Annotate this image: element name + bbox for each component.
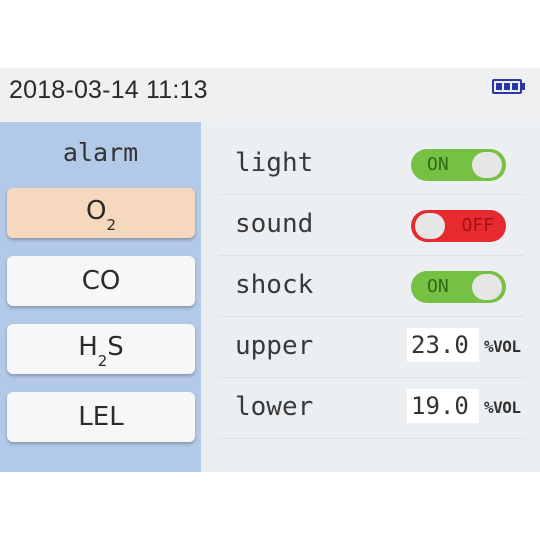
shock-toggle[interactable]: ON [411, 271, 506, 303]
sound-label: sound [235, 209, 314, 239]
sidebar-item-h2s[interactable]: H2S [7, 324, 195, 374]
toggle-knob [472, 152, 502, 178]
light-toggle[interactable]: ON [411, 149, 506, 181]
upper-unit: %VOL [484, 337, 521, 356]
sidebar: alarm O2 CO H2S LEL [0, 122, 201, 472]
sidebar-item-lel[interactable]: LEL [7, 392, 195, 442]
upper-label: upper [235, 331, 314, 361]
battery-icon [492, 79, 522, 94]
lower-value-field[interactable]: 19.0 [407, 389, 479, 423]
sidebar-item-co[interactable]: CO [7, 256, 195, 306]
shock-row: shock ON [219, 256, 524, 317]
sidebar-item-label: LEL [78, 402, 124, 432]
sidebar-item-label: H2S [78, 332, 124, 370]
sidebar-item-label: CO [81, 266, 121, 296]
upper-row: upper 23.0 %VOL [219, 317, 524, 378]
sound-toggle-state: OFF [461, 215, 494, 236]
shock-toggle-state: ON [427, 276, 449, 297]
toggle-knob [415, 213, 445, 239]
status-bar: 2018-03-14 11:13 [0, 68, 540, 122]
light-row: light ON [219, 134, 524, 195]
lower-unit: %VOL [484, 398, 521, 417]
datetime: 2018-03-14 11:13 [9, 76, 208, 104]
shock-label: shock [235, 270, 314, 300]
toggle-knob [472, 274, 502, 300]
sound-row: sound OFF [219, 195, 524, 256]
lower-row: lower 19.0 %VOL [219, 378, 524, 439]
light-label: light [235, 148, 314, 178]
sidebar-item-o2[interactable]: O2 [7, 188, 195, 238]
sound-toggle[interactable]: OFF [411, 210, 506, 242]
device-screen: 2018-03-14 11:13 alarm O2 CO H2S LEL lig… [0, 68, 540, 472]
upper-value-field[interactable]: 23.0 [407, 328, 479, 362]
settings-panel: light ON sound OFF shock ON upper 23.0 %… [201, 122, 540, 472]
lower-label: lower [235, 392, 314, 422]
sidebar-title: alarm [62, 138, 139, 167]
battery-tip [522, 83, 525, 90]
sidebar-item-label: O2 [85, 196, 116, 234]
light-toggle-state: ON [427, 154, 449, 175]
